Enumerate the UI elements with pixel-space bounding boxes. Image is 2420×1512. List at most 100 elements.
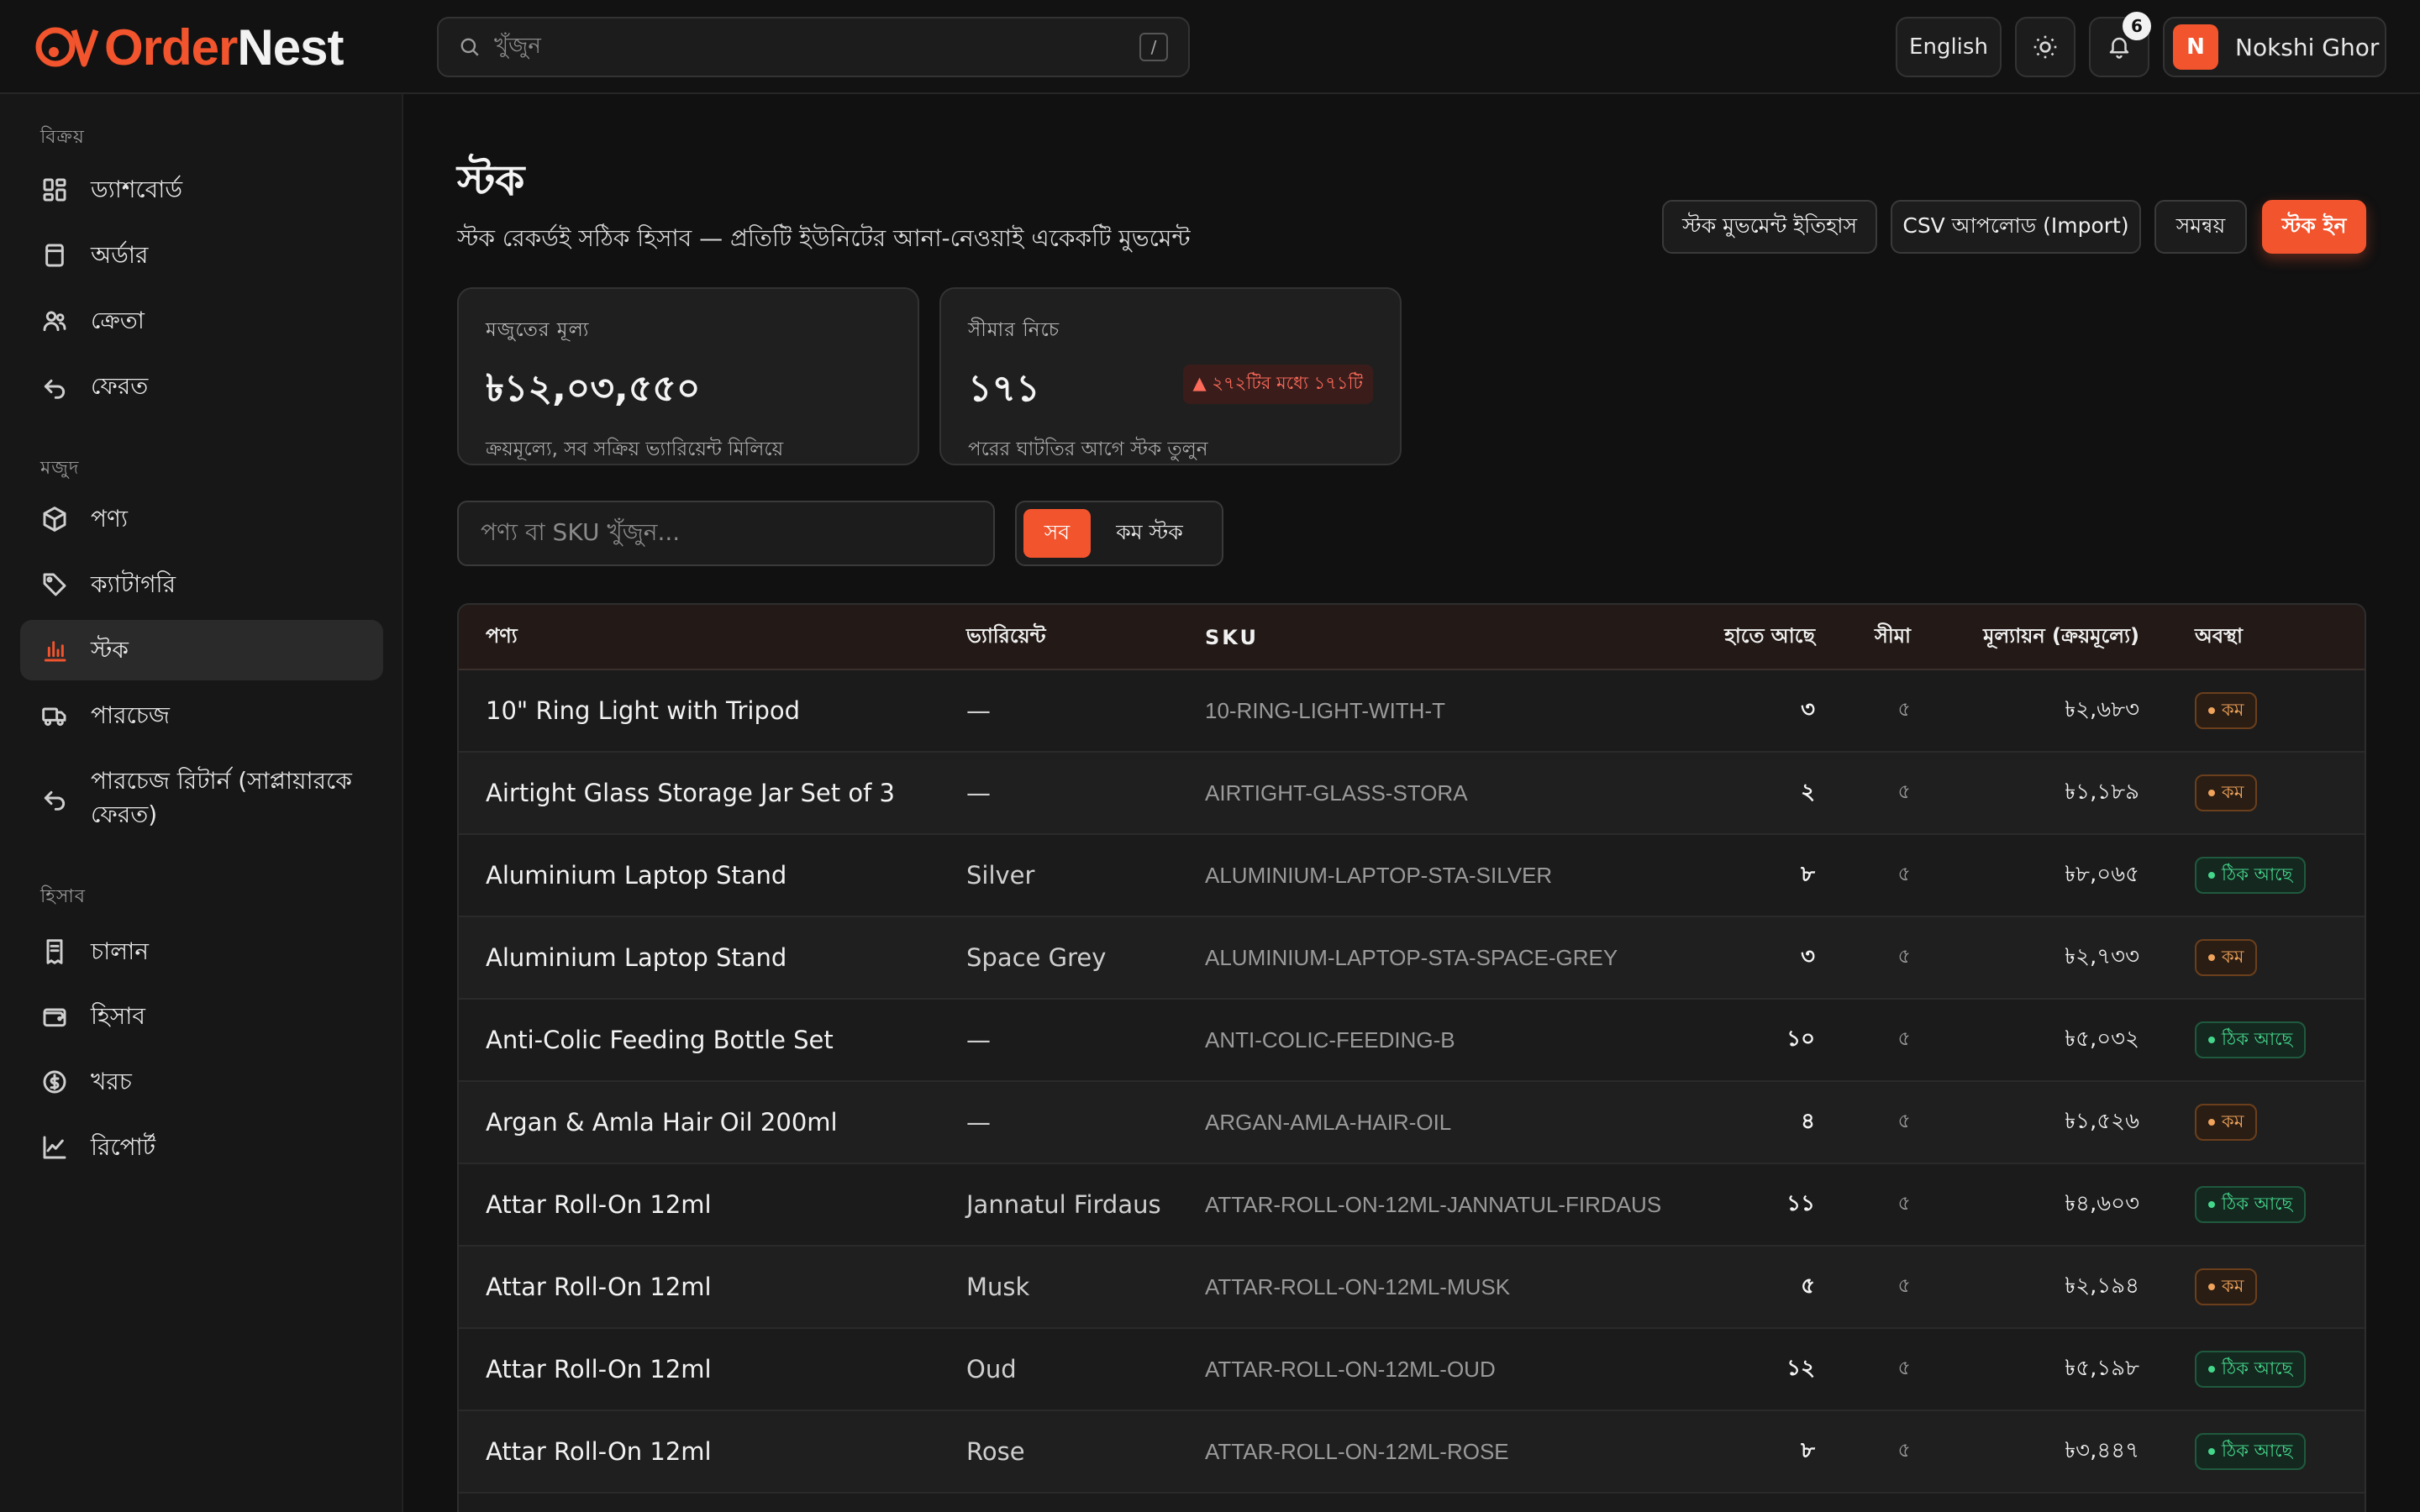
card-value: ৳১২,০৩,৫৫০ bbox=[486, 367, 701, 410]
table-row[interactable]: Attar Roll-On 12ml Musk ATTAR-ROLL-ON-12ML… bbox=[459, 1247, 2365, 1329]
product-name: Aluminium Laptop Stand bbox=[486, 861, 787, 890]
status-label: কম bbox=[2222, 1110, 2244, 1131]
card-title: সীমার নিচে bbox=[968, 319, 1060, 341]
column-product[interactable]: পণ্য bbox=[486, 605, 518, 670]
on-hand-qty: ৩ bbox=[1801, 697, 1815, 722]
stock-in-button[interactable]: স্টক ইন bbox=[2262, 200, 2366, 254]
status-cell: ঠিক আছে bbox=[2195, 1329, 2307, 1410]
sku-code: ARGAN-AMLA-HAIR-OIL bbox=[1205, 1109, 1452, 1135]
status-dot-icon bbox=[2208, 1366, 2215, 1373]
valuation-amount: ৳১,৫২৬ bbox=[2065, 1109, 2139, 1134]
valuation-amount: ৳৫,০৩২ bbox=[2065, 1026, 2139, 1052]
table-row[interactable]: 10" Ring Light with Tripod — 10-RING-LIGHT… bbox=[459, 670, 2365, 753]
column-status[interactable]: অবস্থা bbox=[2195, 605, 2243, 670]
dashboard-icon bbox=[40, 176, 69, 204]
column-sku[interactable]: SKU bbox=[1205, 605, 1259, 670]
brand-logo[interactable]: OrderNest bbox=[34, 15, 344, 79]
filter-all-tab[interactable]: সব bbox=[1023, 509, 1091, 558]
table-row[interactable]: Attar Roll-On 12ml Jannatul Firdaus ATTAR-… bbox=[459, 1164, 2365, 1247]
sidebar-item-dashboard[interactable]: ড্যাশবোর্ড bbox=[20, 160, 383, 220]
variant-name: Jannatul Firdaus bbox=[966, 1190, 1161, 1219]
sidebar-item-label: স্টক bbox=[91, 636, 129, 664]
notifications-button[interactable]: 6 bbox=[2089, 12, 2151, 77]
customers-icon bbox=[40, 307, 69, 335]
table-row[interactable]: Airtight Glass Storage Jar Set of 3 — AIRT… bbox=[459, 753, 2365, 835]
sidebar-item-orders[interactable]: অর্ডার bbox=[20, 225, 383, 286]
sku-code: ATTAR-ROLL-ON-12ML-MUSK bbox=[1205, 1273, 1511, 1299]
sidebar-item-categories[interactable]: ক্যাটাগরি bbox=[20, 554, 383, 615]
table-row[interactable]: Aluminium Laptop Stand Space Grey ALUMINIU… bbox=[459, 917, 2365, 1000]
sidebar-section-accounts: হিসাব bbox=[40, 886, 87, 907]
valuation-amount: ৳২,৬৮৩ bbox=[2065, 697, 2139, 722]
sidebar-item-label: অর্ডার bbox=[91, 241, 149, 269]
sidebar-item-products[interactable]: পণ্য bbox=[20, 489, 383, 549]
sidebar-item-label: রিপোর্ট bbox=[91, 1133, 156, 1161]
page-subtitle: স্টক রেকর্ডই সঠিক হিসাব — প্রতিটি ইউনিটে… bbox=[457, 224, 1191, 252]
product-name: Airtight Glass Storage Jar Set of 3 bbox=[486, 779, 895, 807]
variant-name: Musk bbox=[966, 1273, 1030, 1301]
tag-icon bbox=[40, 570, 69, 599]
limit-qty: ৫ bbox=[1897, 1191, 1911, 1215]
sidebar-item-reports[interactable]: রিপোর্ট bbox=[20, 1117, 383, 1178]
column-variant[interactable]: ভ্যারিয়েন্ট bbox=[966, 605, 1046, 670]
table-row[interactable]: Attar Roll-On 12ml Rose ATTAR-ROLL-ON-12ML… bbox=[459, 1411, 2365, 1494]
sidebar-item-customers[interactable]: ক্রেতা bbox=[20, 291, 383, 351]
on-hand-qty: ৩ bbox=[1801, 944, 1815, 969]
product-name: Argan & Amla Hair Oil 200ml bbox=[486, 1108, 838, 1137]
brand-mark-icon bbox=[35, 27, 99, 67]
status-badge: ঠিক আছে bbox=[2195, 1021, 2307, 1058]
status-dot-icon bbox=[2208, 1037, 2215, 1043]
return-icon bbox=[40, 784, 69, 812]
status-badge: কম bbox=[2195, 1104, 2258, 1141]
column-limit[interactable]: সীমা bbox=[1875, 605, 1911, 670]
table-row[interactable]: Anti-Colic Feeding Bottle Set — ANTI-COLIC… bbox=[459, 1000, 2365, 1082]
below-limit-card: সীমার নিচে ১৭১ পরের ঘাটতির আগে স্টক তুলু… bbox=[939, 287, 1402, 465]
adjust-button[interactable]: সমন্বয় bbox=[2154, 200, 2247, 254]
language-toggle-button[interactable]: English bbox=[1896, 17, 2002, 77]
stock-movement-history-button[interactable]: স্টক মুভমেন্ট ইতিহাস bbox=[1662, 200, 1877, 254]
status-cell: ঠিক আছে bbox=[2195, 1411, 2307, 1492]
csv-import-button[interactable]: CSV আপলোড (Import) bbox=[1891, 200, 2141, 254]
coin-icon bbox=[40, 1068, 69, 1096]
column-valuation[interactable]: মূল্যায়ন (ক্রয়মূল্যে) bbox=[1983, 605, 2139, 670]
theme-toggle-button[interactable] bbox=[2015, 17, 2075, 77]
sku-code: ATTAR-ROLL-ON-12ML-JANNATUL-FIRDAUS bbox=[1205, 1191, 1662, 1217]
filter-low-stock-tab[interactable]: কম স্টক bbox=[1091, 509, 1208, 558]
status-dot-icon bbox=[2208, 1201, 2215, 1208]
table-row[interactable]: Argan & Amla Hair Oil 200ml — ARGAN-AMLA-H… bbox=[459, 1082, 2365, 1164]
column-on-hand[interactable]: হাতে আছে bbox=[1724, 605, 1815, 670]
avatar: N bbox=[2173, 24, 2218, 70]
stock-value-card: মজুতের মূল্য ৳১২,০৩,৫৫০ ক্রয়মূল্যে, সব … bbox=[457, 287, 919, 465]
sidebar-item-purchase[interactable]: পারচেজ bbox=[20, 685, 383, 746]
sidebar-item-label: ফেরত bbox=[91, 372, 149, 400]
sidebar-item-label: খরচ bbox=[91, 1068, 132, 1095]
on-hand-qty: ৪ bbox=[1801, 1109, 1815, 1134]
on-hand-qty: ৮ bbox=[1801, 862, 1815, 887]
sku-code: AIRTIGHT-GLASS-STORA bbox=[1205, 780, 1468, 806]
sidebar-item-invoices[interactable]: চালান bbox=[20, 921, 383, 982]
status-cell: কম bbox=[2195, 670, 2258, 751]
sidebar-section-sales: বিক্রয় bbox=[40, 127, 85, 148]
sidebar-item-accounts[interactable]: হিসাব bbox=[20, 986, 383, 1047]
sidebar-item-purchase-return[interactable]: পারচেজ রিটার্ন (সাপ্লায়ারকে ফেরত) bbox=[20, 758, 383, 838]
valuation-amount: ৳৫,১৯৮ bbox=[2065, 1356, 2139, 1381]
limit-qty: ৫ bbox=[1897, 1356, 1911, 1379]
on-hand-qty: ৫ bbox=[1801, 1273, 1815, 1299]
user-menu-button[interactable]: N Nokshi Ghor bbox=[2163, 17, 2386, 77]
sidebar-item-returns[interactable]: ফেরত bbox=[20, 356, 383, 417]
product-sku-search-input[interactable]: পণ্য বা SKU খুঁজুন... bbox=[457, 501, 995, 566]
status-label: কম bbox=[2222, 781, 2244, 802]
stock-filter-segment: সব কম স্টক bbox=[1015, 501, 1223, 566]
sidebar-item-stock[interactable]: স্টক bbox=[20, 620, 383, 680]
status-dot-icon bbox=[2208, 954, 2215, 961]
valuation-amount: ৳৪,৬০৩ bbox=[2065, 1191, 2139, 1216]
table-row[interactable]: Attar Roll-On 12ml Oud ATTAR-ROLL-ON-12ML-… bbox=[459, 1329, 2365, 1411]
status-cell: ঠিক আছে bbox=[2195, 835, 2307, 916]
global-search[interactable]: খুঁজুন / bbox=[437, 17, 1190, 77]
search-icon bbox=[460, 38, 479, 56]
wallet-icon bbox=[40, 1002, 69, 1031]
status-dot-icon bbox=[2208, 872, 2215, 879]
variant-name: Oud bbox=[966, 1355, 1017, 1383]
sidebar-item-expenses[interactable]: খরচ bbox=[20, 1052, 383, 1112]
table-row[interactable]: Aluminium Laptop Stand Silver ALUMINIUM-LA… bbox=[459, 835, 2365, 917]
